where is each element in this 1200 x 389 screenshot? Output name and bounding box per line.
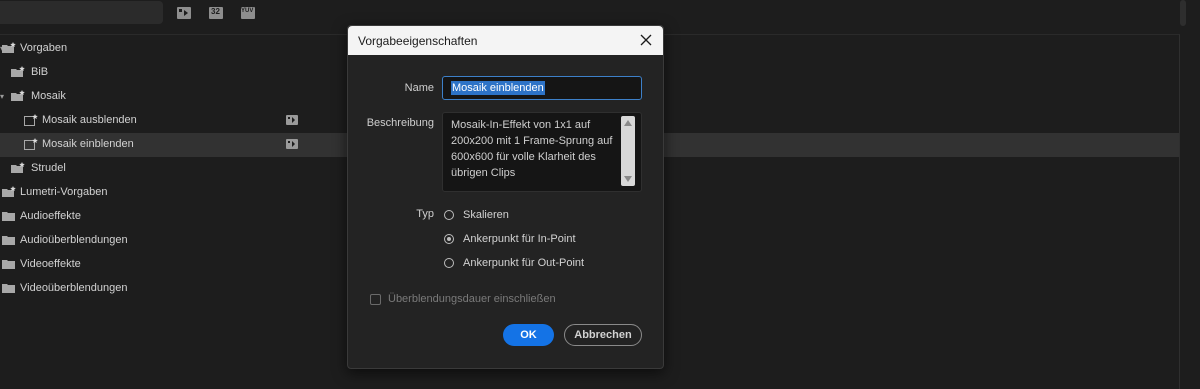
preset-folder-icon <box>11 66 25 81</box>
preset-folder-icon <box>11 90 25 105</box>
preset-folder-icon <box>2 186 16 201</box>
include-transition-duration-checkbox[interactable] <box>370 294 381 305</box>
ok-button[interactable]: OK <box>503 324 554 346</box>
tree-item-label: Mosaik einblenden <box>42 138 134 150</box>
include-transition-duration-label[interactable]: Überblendungsdauer einschließen <box>388 293 556 305</box>
new-custom-bin-icon[interactable] <box>176 6 192 20</box>
tree-item-label: Lumetri-Vorgaben <box>20 186 108 198</box>
preset-icon <box>24 114 38 129</box>
folder-icon <box>2 258 16 273</box>
tree-item-label: BiB <box>31 66 49 78</box>
tree-item-label: Audioüberblendungen <box>20 234 128 246</box>
cancel-button[interactable]: Abbrechen <box>564 324 642 346</box>
name-label: Name <box>404 82 434 94</box>
scroll-down-icon[interactable] <box>624 176 632 182</box>
scroll-up-icon[interactable] <box>624 120 632 126</box>
dialog-title: Vorgabeeigenschaften <box>358 34 478 48</box>
chevron-down-icon[interactable]: ▾ <box>0 92 4 101</box>
preset-properties-dialog: Vorgabeeigenschaften Name Mosaik einblen… <box>347 25 664 369</box>
search-input[interactable] <box>0 1 163 24</box>
name-field-value[interactable]: Mosaik einblenden <box>451 81 545 95</box>
description-scrollbar[interactable] <box>621 116 635 186</box>
radio-label-ankerpunkt-out-point[interactable]: Ankerpunkt für Out-Point <box>463 257 584 269</box>
tree-item-label: Audioeffekte <box>20 210 81 222</box>
name-field[interactable]: Mosaik einblenden <box>442 76 642 100</box>
tree-item-label: Strudel <box>31 162 66 174</box>
radio-label-ankerpunkt-in-point[interactable]: Ankerpunkt für In-Point <box>463 233 576 245</box>
type-label: Typ <box>416 208 434 220</box>
tree-item-label: Videoüberblendungen <box>20 282 128 294</box>
tree-item-label: Mosaik ausblenden <box>42 114 137 126</box>
32-label: 32 <box>211 7 220 16</box>
preset-folder-icon <box>11 162 25 177</box>
close-icon[interactable] <box>638 32 654 48</box>
radio-ankerpunkt-out-point[interactable] <box>444 258 454 268</box>
tree-item-label: Mosaik <box>31 90 66 102</box>
description-field[interactable]: Mosaik-In-Effekt von 1x1 auf 200x200 mit… <box>442 112 642 192</box>
accelerated-effect-icon <box>285 114 299 129</box>
radio-label-skalieren[interactable]: Skalieren <box>463 209 509 221</box>
yuv-label: YUV <box>241 8 254 14</box>
folder-icon <box>2 210 16 225</box>
32-bit-filter-icon[interactable]: 32 <box>208 6 224 20</box>
accelerated-effect-icon <box>285 138 299 153</box>
panel-scrollbar[interactable] <box>1180 0 1186 26</box>
radio-skalieren[interactable] <box>444 210 454 220</box>
description-label: Beschreibung <box>366 117 434 129</box>
tree-item-label: Videoeffekte <box>20 258 81 270</box>
description-text[interactable]: Mosaik-In-Effekt von 1x1 auf 200x200 mit… <box>451 117 619 181</box>
tree-item-label: Vorgaben <box>20 42 68 54</box>
folder-icon <box>2 234 16 249</box>
radio-ankerpunkt-in-point[interactable] <box>444 234 454 244</box>
preset-folder-icon <box>2 42 16 57</box>
dialog-title-bar[interactable]: Vorgabeeigenschaften <box>348 26 663 55</box>
folder-icon <box>2 282 16 297</box>
preset-icon <box>24 138 38 153</box>
yuv-filter-icon[interactable]: YUV <box>240 6 256 20</box>
